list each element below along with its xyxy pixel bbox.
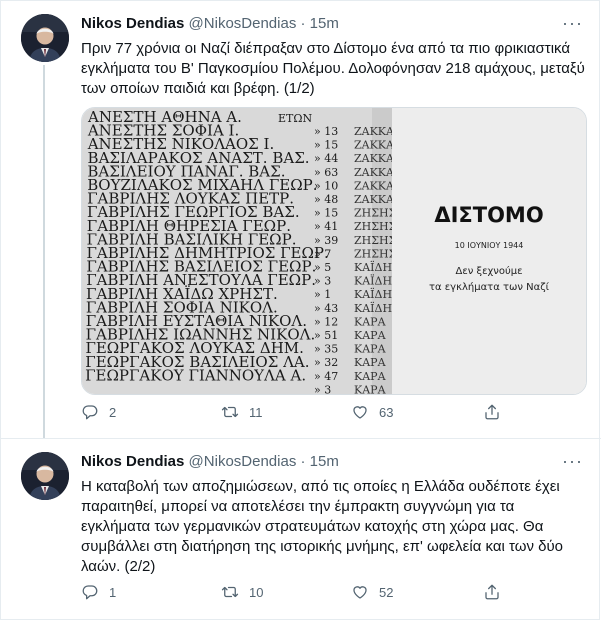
tweet-actions: 1 10 52: [81, 583, 586, 607]
timestamp[interactable]: 15m: [310, 15, 339, 32]
memorial-age: » 12: [314, 315, 338, 328]
etwn-header: ΕΤΩΝ: [278, 112, 312, 125]
retweet-icon: [221, 403, 239, 421]
memorial-age: » 43: [314, 302, 338, 315]
like-icon: [351, 403, 369, 421]
memorial-right-name: ΖΗΣΗΣ: [354, 234, 397, 247]
memorial-right-name: ΚΑΡΑ: [354, 383, 387, 394]
memorial-age: » 39: [314, 234, 338, 247]
avatar[interactable]: [21, 14, 69, 62]
share-button[interactable]: [483, 583, 511, 601]
memorial-age: » 15: [314, 207, 338, 220]
memorial-right-name: ΖΑΚΚΑ: [354, 193, 395, 206]
memorial-age: » 3: [314, 275, 331, 288]
memorial-right-name: ΖΑΚΚΑ: [354, 179, 395, 192]
poster-slogan-line1: Δεν ξεχνούμε: [455, 265, 522, 277]
share-icon: [483, 583, 501, 601]
separator-dot: ·: [300, 453, 306, 470]
memorial-age: » 5: [314, 261, 331, 274]
memorial-age: » 3: [314, 383, 331, 394]
retweet-count: 11: [249, 404, 263, 420]
memorial-right-name: ΚΑΪΔΗ: [354, 274, 392, 288]
memorial-age: » 63: [314, 166, 338, 179]
retweet-icon: [221, 583, 239, 601]
tweet-2[interactable]: Nikos Dendias @NikosDendias · 15m ··· Η …: [1, 439, 601, 621]
memorial-right-name: ΚΑΡΑ: [354, 370, 387, 383]
memorial-right-name: ΖΗΣΗΣ: [354, 247, 397, 260]
memorial-right-name: ΖΑΚΚΑ: [354, 152, 395, 165]
author-name[interactable]: Nikos Dendias: [81, 453, 184, 470]
memorial-right-name: ΚΑΪΔΗ: [354, 301, 392, 315]
tweet-header: Nikos Dendias @NikosDendias · 15m: [81, 15, 339, 32]
memorial-right-name: ΖΑΚΚΑ: [354, 125, 395, 138]
author-name[interactable]: Nikos Dendias: [81, 15, 184, 32]
poster-slogan-line2: τα εγκλήματα των Ναζί: [429, 281, 550, 293]
reply-count: 1: [109, 584, 117, 600]
memorial-right-name: ΖΑΚΚΑ: [354, 139, 395, 152]
memorial-age: » 44: [314, 152, 338, 165]
memorial-age: » 41: [314, 220, 338, 233]
tweet-text: Πριν 77 χρόνια οι Ναζί διέπραξαν στο Δίσ…: [81, 40, 585, 97]
share-button[interactable]: [483, 403, 511, 421]
memorial-right-name: ΚΑΡΑ: [354, 329, 387, 342]
tweet-header: Nikos Dendias @NikosDendias · 15m: [81, 453, 339, 470]
memorial-right-name: ΖΗΣΗΣ: [354, 207, 397, 220]
retweet-count: 10: [249, 584, 264, 600]
memorial-right-name: ΚΑΡΑ: [354, 343, 387, 356]
reply-button[interactable]: 2: [81, 403, 116, 421]
memorial-age: » 1: [314, 288, 331, 301]
like-count: 52: [379, 584, 394, 600]
memorial-age: » 35: [314, 343, 338, 356]
like-count: 63: [379, 404, 394, 420]
memorial-age: » 13: [314, 125, 338, 138]
memorial-right-name: ΚΑΪΔΗ: [354, 260, 392, 274]
memorial-photo: ΑΝΕΣΤΗ ΑΘΗΝΑ Α.ΑΝΕΣΤΗΣ ΣΟΦΙΑ Ι.ΑΝΕΣΤΗΣ Ν…: [82, 108, 586, 394]
author-handle[interactable]: @NikosDendias: [189, 453, 297, 470]
memorial-right-name: ΚΑΡΑ: [354, 356, 387, 369]
more-icon[interactable]: ···: [562, 13, 583, 34]
thread-connector: [43, 65, 45, 439]
memorial-right-name: ΚΑΪΔΗ: [354, 287, 392, 301]
memorial-age: » 48: [314, 193, 338, 206]
memorial-right-name: ΚΑΡΑ: [354, 315, 387, 328]
memorial-age: » 7: [314, 247, 331, 260]
like-button[interactable]: 52: [351, 583, 393, 601]
author-handle[interactable]: @NikosDendias: [189, 15, 297, 32]
timestamp[interactable]: 15m: [310, 453, 339, 470]
reply-button[interactable]: 1: [81, 583, 116, 601]
tweet-actions: 2 11 63: [81, 403, 586, 427]
poster-title: ΔΙΣΤΟΜΟ: [434, 203, 543, 227]
memorial-age: » 51: [314, 329, 338, 342]
reply-icon: [81, 583, 99, 601]
tweet-1[interactable]: Nikos Dendias @NikosDendias · 15m ··· Πρ…: [1, 1, 601, 439]
reply-icon: [81, 403, 99, 421]
memorial-right-name: ΖΑΚΚΑ: [354, 166, 395, 179]
reply-count: 2: [109, 404, 117, 420]
like-button[interactable]: 63: [351, 403, 393, 421]
like-icon: [351, 583, 369, 601]
avatar[interactable]: [21, 452, 69, 500]
separator-dot: ·: [300, 15, 306, 32]
memorial-age: » 15: [314, 139, 338, 152]
media-image[interactable]: ΑΝΕΣΤΗ ΑΘΗΝΑ Α. ΑΝΕΣΤΗΣ ΣΟΦΙΑ Ι. ΑΝΕΣΤΗΣ Ν…: [81, 107, 587, 395]
memorial-name-line: ΓΕΩΡΓΑΚΟΥ ΓΙΑΝΝΟΥΛΑ Α.: [85, 366, 306, 384]
tweet-text: Η καταβολή των αποζημιώσεων, από τις οπο…: [81, 478, 564, 575]
share-icon: [483, 403, 501, 421]
timeline: Nikos Dendias @NikosDendias · 15m ··· Πρ…: [0, 0, 601, 621]
more-icon[interactable]: ···: [562, 451, 583, 472]
memorial-age: » 47: [314, 370, 338, 383]
retweet-button[interactable]: 11: [221, 403, 263, 421]
memorial-right-name: ΖΗΣΗΣ: [354, 220, 397, 233]
poster-date: 10 ΙΟΥΝΙΟΥ 1944: [455, 241, 524, 250]
memorial-age: » 32: [314, 356, 338, 369]
retweet-button[interactable]: 10: [221, 583, 263, 601]
memorial-age: » 10: [314, 179, 338, 192]
